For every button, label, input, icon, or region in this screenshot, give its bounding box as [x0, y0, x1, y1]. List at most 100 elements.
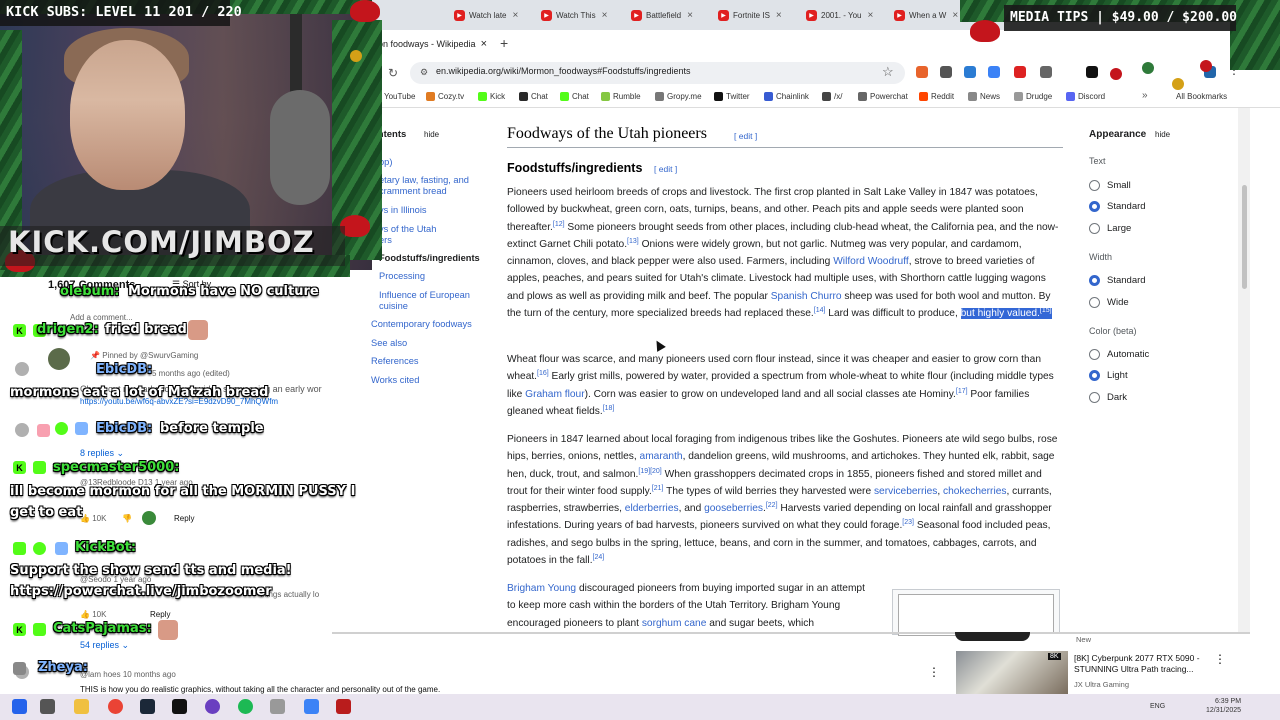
link-elderberries[interactable]: elderberries — [625, 503, 679, 514]
chevron-right-icon[interactable]: » — [1142, 90, 1148, 101]
radio-selected-icon[interactable] — [1089, 201, 1100, 212]
extension-icon[interactable] — [940, 66, 952, 78]
close-icon[interactable]: × — [602, 10, 608, 21]
extension-icon[interactable] — [1014, 66, 1026, 78]
link-spanish-churro[interactable]: Spanish Churro — [771, 291, 842, 302]
bookmark-drudge[interactable]: Drudge — [1014, 92, 1052, 101]
bookmark-x[interactable]: /x/ — [822, 92, 842, 101]
url-text[interactable]: en.wikipedia.org/wiki/Mormon_foodways#Fo… — [436, 66, 690, 76]
close-icon[interactable]: × — [513, 10, 519, 21]
bookmark-youtube[interactable]: YouTube — [384, 92, 415, 101]
language-indicator[interactable]: ENG — [1150, 703, 1165, 710]
tab-1[interactable]: ▶ Watch late × — [454, 4, 534, 26]
toc-hide-button[interactable]: hide — [424, 130, 439, 139]
new-tab-button[interactable]: + — [500, 35, 508, 51]
toc-item[interactable]: ys in Illinois — [379, 205, 427, 216]
tab-4[interactable]: ▶ Fortnite IS × — [718, 4, 806, 26]
radio-icon[interactable] — [1089, 223, 1100, 234]
ref-link[interactable]: [22] — [766, 502, 778, 509]
steam-icon[interactable] — [140, 699, 155, 714]
chrome-icon[interactable] — [108, 699, 123, 714]
radio-icon[interactable] — [1089, 392, 1100, 403]
radio-icon[interactable] — [1089, 349, 1100, 360]
reload-icon[interactable]: ↻ — [388, 66, 398, 80]
extension-icon[interactable] — [988, 66, 1000, 78]
ref-link[interactable]: [12] — [553, 221, 565, 228]
edit-link[interactable]: [ edit ] — [734, 131, 757, 141]
bookmark-chainlink[interactable]: Chainlink — [764, 92, 809, 101]
ref-link[interactable]: [18] — [603, 405, 615, 412]
link-brigham-young[interactable]: Brigham Young — [507, 583, 576, 594]
bookmark-gropy[interactable]: Gropy.me — [655, 92, 702, 101]
ref-link[interactable]: [24] — [593, 554, 605, 561]
more-options-icon[interactable]: ⋮ — [928, 665, 940, 679]
ref-link[interactable]: [15] — [1040, 307, 1052, 314]
like-button[interactable]: 👍 10K — [80, 610, 106, 619]
x-extension-icon[interactable] — [1086, 66, 1098, 78]
radio-icon[interactable] — [1089, 297, 1100, 308]
toc-item[interactable]: Contemporary foodways — [371, 319, 472, 330]
bookmark-discord[interactable]: Discord — [1066, 92, 1105, 101]
toc-item[interactable]: See also — [371, 338, 407, 349]
bookmark-cozytv[interactable]: Cozy.tv — [426, 92, 464, 101]
all-bookmarks[interactable]: All Bookmarks — [1176, 92, 1227, 101]
ref-link[interactable]: [23] — [902, 519, 914, 526]
star-icon[interactable]: ☆ — [882, 64, 894, 80]
edit-link[interactable]: [ edit ] — [654, 164, 677, 174]
toc-item[interactable]: Processing — [379, 271, 425, 282]
close-icon[interactable]: × — [867, 10, 873, 21]
toc-item[interactable]: Works cited — [371, 375, 419, 386]
ref-link[interactable]: [21] — [652, 485, 664, 492]
site-info-icon[interactable]: ⚙ — [420, 67, 428, 78]
ref-link[interactable]: [16] — [537, 370, 549, 377]
radio-large[interactable]: Large — [1089, 223, 1131, 234]
terminal-icon[interactable] — [172, 699, 187, 714]
radio-light[interactable]: Light — [1089, 370, 1128, 381]
like-button[interactable]: 👍 10K — [80, 514, 106, 523]
bookmark-kick[interactable]: Kick — [478, 92, 505, 101]
link-graham-flour[interactable]: Graham flour — [525, 389, 584, 400]
appearance-hide-button[interactable]: hide — [1155, 130, 1170, 139]
close-icon[interactable]: × — [952, 10, 958, 21]
avatar[interactable] — [15, 423, 29, 437]
radio-standard[interactable]: Standard — [1089, 201, 1146, 212]
toc-item-active[interactable]: Foodstuffs/ingredients — [379, 253, 480, 264]
radio-wide[interactable]: Wide — [1089, 297, 1129, 308]
app-icon[interactable] — [336, 699, 351, 714]
file-explorer-icon[interactable] — [74, 699, 89, 714]
link-chokecherries[interactable]: chokecherries — [943, 486, 1006, 497]
bookmark-news[interactable]: News — [968, 92, 1000, 101]
radio-selected-icon[interactable] — [1089, 275, 1100, 286]
scrollbar-thumb[interactable] — [1242, 185, 1247, 289]
more-options-icon[interactable]: ⋮ — [1214, 652, 1226, 666]
link-serviceberries[interactable]: serviceberries — [874, 486, 937, 497]
app-icon[interactable] — [304, 699, 319, 714]
dislike-icon[interactable]: 👎 — [122, 514, 132, 523]
reply-button[interactable]: Reply — [150, 610, 170, 619]
radio-small[interactable]: Small — [1089, 180, 1131, 191]
avatar[interactable] — [142, 511, 156, 525]
link-sorghum-cane[interactable]: sorghum cane — [642, 618, 707, 629]
ref-link[interactable]: [14] — [814, 307, 826, 314]
tab-2[interactable]: ▶ Watch This × — [541, 4, 621, 26]
bookmark-reddit[interactable]: Reddit — [919, 92, 954, 101]
bookmark-chat-2[interactable]: Chat — [560, 92, 589, 101]
task-view-icon[interactable] — [40, 699, 55, 714]
radio-automatic[interactable]: Automatic — [1089, 349, 1149, 360]
extension-icon[interactable] — [1040, 66, 1052, 78]
bookmark-rumble[interactable]: Rumble — [601, 92, 641, 101]
channel-name[interactable]: JX Ultra Gaming — [1074, 680, 1129, 689]
ref-link[interactable]: [17] — [956, 388, 968, 395]
toc-item[interactable]: cramment bread — [379, 186, 447, 197]
avatar[interactable] — [15, 362, 29, 376]
radio-icon[interactable] — [1089, 180, 1100, 191]
extension-icon[interactable] — [964, 66, 976, 78]
radio-dark[interactable]: Dark — [1089, 392, 1127, 403]
close-icon[interactable]: × — [481, 38, 487, 50]
replies-button[interactable]: 54 replies ⌄ — [80, 640, 129, 651]
spotify-icon[interactable] — [238, 699, 253, 714]
tab-3[interactable]: ▶ Battlefield × — [631, 4, 719, 26]
close-icon[interactable]: × — [776, 10, 782, 21]
comment-author[interactable]: @lam hoes 10 months ago — [80, 670, 176, 679]
toc-item[interactable]: cuisine — [379, 301, 408, 312]
